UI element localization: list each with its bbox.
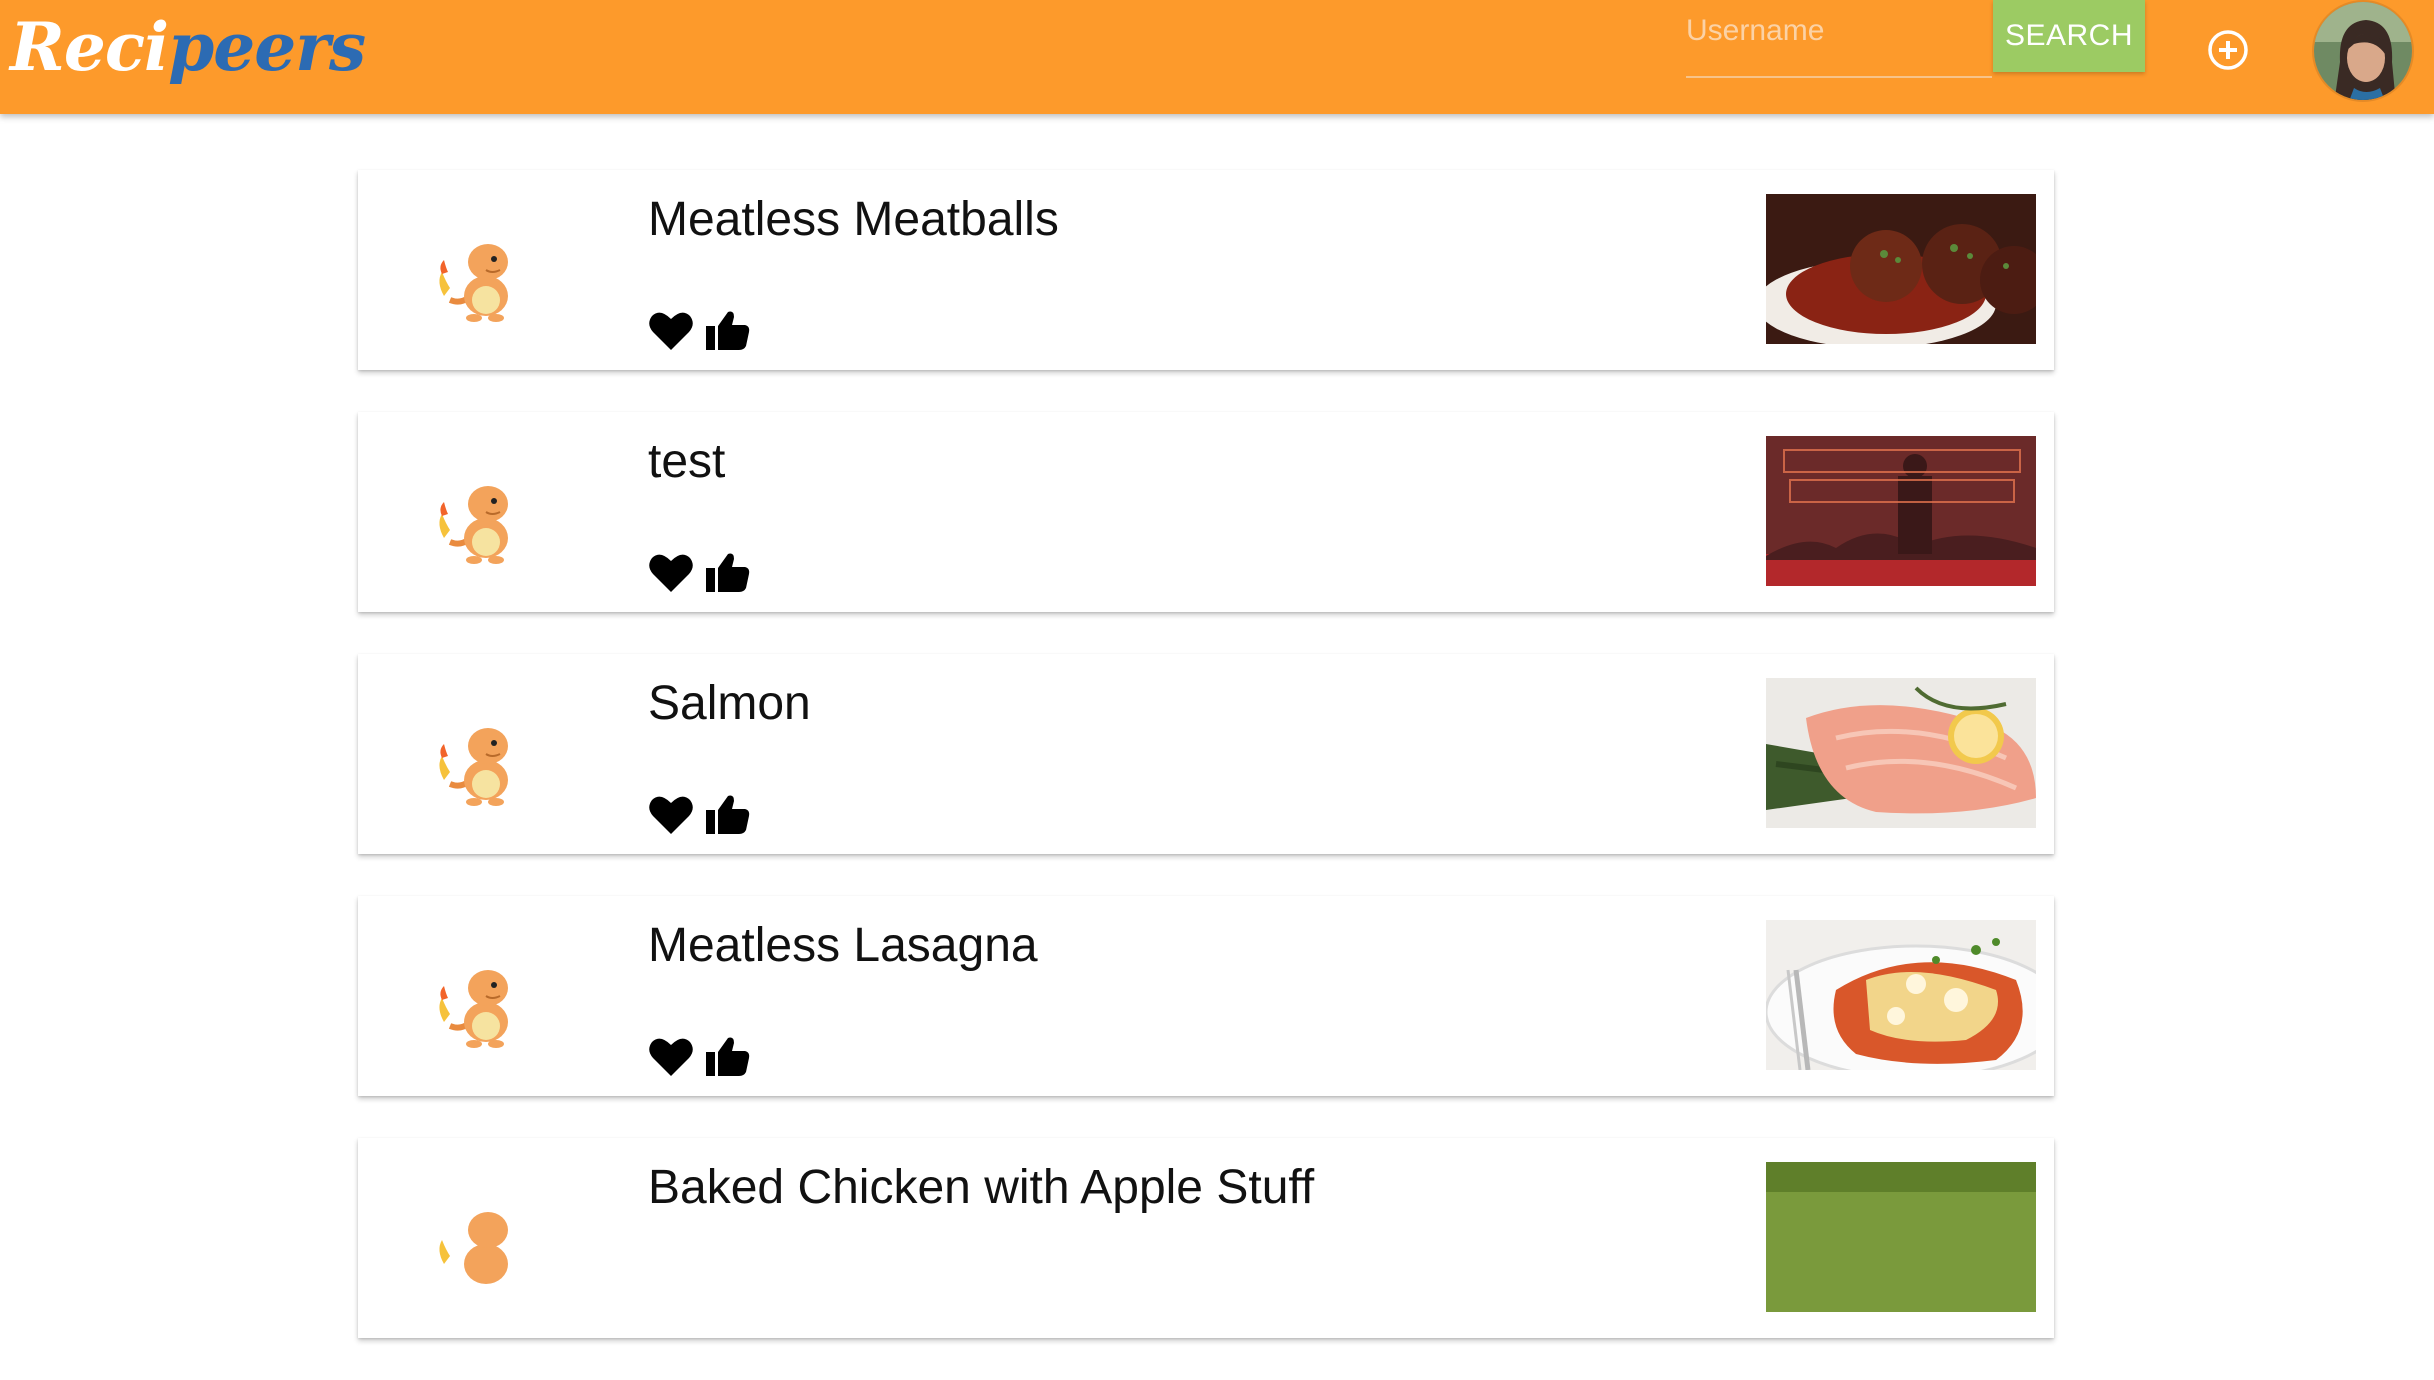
recipe-image-lasagna[interactable] xyxy=(1766,920,2036,1070)
logo-text-reci: Reci xyxy=(10,8,169,86)
recipe-title[interactable]: Salmon xyxy=(648,676,811,731)
recipe-feed: Meatless Meatballs test Salmon Meatless … xyxy=(358,170,2054,1380)
search-field xyxy=(1686,0,1992,78)
thumbs-up-icon[interactable] xyxy=(704,550,750,594)
recipe-title[interactable]: Baked Chicken with Apple Stuff xyxy=(648,1160,1314,1215)
thumbs-up-icon[interactable] xyxy=(704,1034,750,1078)
charmander-icon[interactable] xyxy=(430,952,530,1052)
recipe-title[interactable]: Meatless Lasagna xyxy=(648,918,1038,973)
recipe-card[interactable]: Salmon xyxy=(358,654,2054,854)
recipe-image-meatballs[interactable] xyxy=(1766,194,2036,344)
thumbs-up-icon[interactable] xyxy=(704,308,750,352)
logo-text-peers: peers xyxy=(168,8,366,86)
thumbs-up-icon[interactable] xyxy=(704,792,750,836)
user-avatar[interactable] xyxy=(2312,0,2414,102)
recipe-card[interactable]: test xyxy=(358,412,2054,612)
heart-icon[interactable] xyxy=(648,550,694,594)
recipe-actions xyxy=(648,550,750,594)
recipe-actions xyxy=(648,792,750,836)
search-button[interactable]: SEARCH xyxy=(1993,0,2145,72)
recipe-actions xyxy=(648,1034,750,1078)
plus-circle-icon[interactable] xyxy=(2206,28,2250,72)
recipe-title[interactable]: Meatless Meatballs xyxy=(648,192,1059,247)
recipe-card[interactable]: Baked Chicken with Apple Stuff xyxy=(358,1138,2054,1338)
username-search-input[interactable] xyxy=(1686,6,1992,56)
recipe-card[interactable]: Meatless Meatballs xyxy=(358,170,2054,370)
recipe-image-salmon[interactable] xyxy=(1766,678,2036,828)
heart-icon[interactable] xyxy=(648,1034,694,1078)
heart-icon[interactable] xyxy=(648,308,694,352)
charmander-icon[interactable] xyxy=(430,468,530,568)
heart-icon[interactable] xyxy=(648,792,694,836)
recipe-card[interactable]: Meatless Lasagna xyxy=(358,896,2054,1096)
recipe-image-southern-bastards-poster[interactable] xyxy=(1766,436,2036,586)
charmander-icon[interactable] xyxy=(430,710,530,810)
recipe-actions xyxy=(648,308,750,352)
app-bar: Recipeers SEARCH xyxy=(0,0,2434,114)
charmander-icon[interactable] xyxy=(430,226,530,326)
recipe-image-chicken[interactable] xyxy=(1766,1162,2036,1312)
app-logo[interactable]: Recipeers xyxy=(10,8,366,86)
recipe-title[interactable]: test xyxy=(648,434,725,489)
charmander-icon[interactable] xyxy=(430,1194,530,1294)
